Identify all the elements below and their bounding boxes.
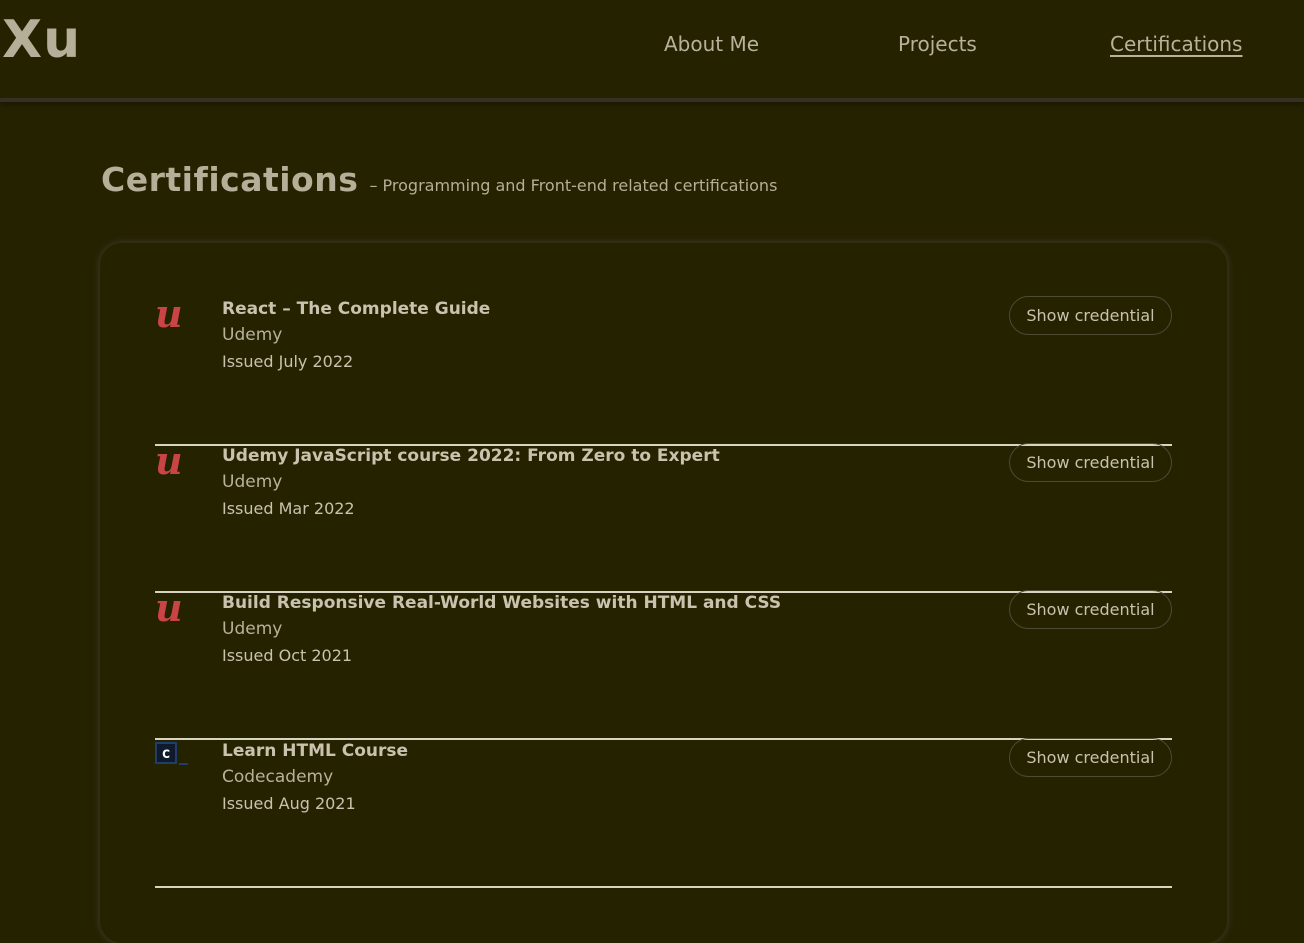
udemy-logo-icon: u	[155, 589, 189, 627]
udemy-logo-glyph: u	[155, 585, 183, 630]
section-heading: Certifications – Programming and Front-e…	[101, 160, 777, 199]
certification-info: React – The Complete Guide Udemy Issued …	[222, 299, 490, 372]
page-title: Certifications	[101, 160, 359, 199]
show-credential-button[interactable]: Show credential	[1009, 296, 1172, 335]
certification-info: Build Responsive Real-World Websites wit…	[222, 593, 781, 666]
udemy-logo-icon: u	[155, 295, 189, 333]
certification-issued-date: Issued Oct 2021	[222, 646, 353, 665]
certification-issuer: Udemy	[222, 325, 283, 345]
nav-link-certifications[interactable]: Certifications	[1110, 34, 1242, 54]
certification-issued-date: Issued July 2022	[222, 352, 354, 371]
page-subtitle: Programming and Front-end related certif…	[382, 176, 778, 195]
certification-item: c Learn HTML Course Codecademy Issued Au…	[155, 738, 1172, 888]
certification-issuer: Udemy	[222, 619, 283, 639]
certification-name: Learn HTML Course	[222, 741, 409, 761]
certification-name: Build Responsive Real-World Websites wit…	[222, 593, 782, 613]
codecademy-logo-icon: c	[155, 741, 189, 775]
certification-name: React – The Complete Guide	[222, 299, 491, 319]
show-credential-button[interactable]: Show credential	[1009, 738, 1172, 777]
certification-item: u Udemy JavaScript course 2022: From Zer…	[155, 442, 1172, 593]
nav-link-projects[interactable]: Projects	[898, 34, 977, 54]
certification-issuer: Codecademy	[222, 767, 334, 787]
certification-issuer: Udemy	[222, 472, 283, 492]
certification-issued-date: Issued Mar 2022	[222, 499, 355, 518]
site-header: Xu About Me Projects Certifications	[0, 0, 1304, 102]
certification-item: u Build Responsive Real-World Websites w…	[155, 589, 1172, 740]
udemy-logo-glyph: u	[155, 438, 183, 483]
codecademy-logo-glyph: c	[155, 742, 177, 764]
certification-name: Udemy JavaScript course 2022: From Zero …	[222, 446, 720, 466]
show-credential-button[interactable]: Show credential	[1009, 443, 1172, 482]
certification-info: Udemy JavaScript course 2022: From Zero …	[222, 446, 720, 519]
site-logo[interactable]: Xu	[2, 14, 81, 66]
show-credential-button[interactable]: Show credential	[1009, 590, 1172, 629]
title-dash: –	[369, 176, 378, 195]
certification-info: Learn HTML Course Codecademy Issued Aug …	[222, 741, 408, 814]
certification-item: u React – The Complete Guide Udemy Issue…	[155, 295, 1172, 446]
codecademy-logo-underscore	[179, 763, 188, 765]
nav-link-about-me[interactable]: About Me	[664, 34, 759, 54]
certification-issued-date: Issued Aug 2021	[222, 794, 356, 813]
udemy-logo-icon: u	[155, 442, 189, 480]
udemy-logo-glyph: u	[155, 291, 183, 336]
